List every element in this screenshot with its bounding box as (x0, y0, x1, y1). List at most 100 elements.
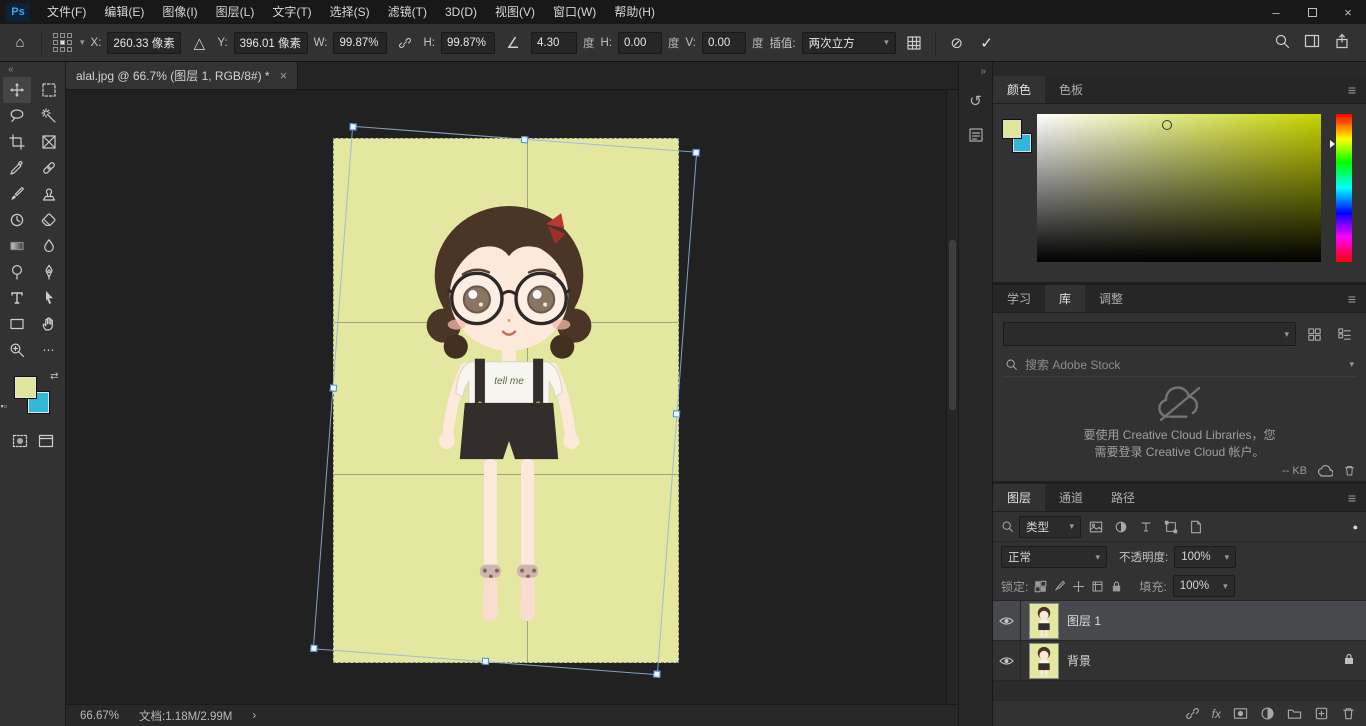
status-chevron-icon[interactable]: › (252, 710, 256, 722)
toolbar-collapse-button[interactable]: « (0, 62, 65, 77)
menu-type[interactable]: 文字(T) (263, 0, 320, 24)
transform-handle-bottom-left[interactable] (310, 645, 318, 653)
color-field-marker[interactable] (1162, 120, 1172, 130)
cancel-transform-button[interactable]: ⊘ (945, 30, 969, 56)
new-group-icon[interactable] (1287, 706, 1302, 721)
libraries-list-view-button[interactable] (1332, 322, 1356, 346)
tool-crop[interactable] (3, 129, 31, 155)
interpolation-select[interactable]: 两次立方 ▾ (802, 32, 896, 54)
tool-gradient[interactable] (3, 233, 31, 259)
search-icon[interactable] (1274, 33, 1290, 52)
tool-lasso[interactable] (3, 103, 31, 129)
lock-position-icon[interactable] (1072, 580, 1085, 593)
restore-button[interactable] (1294, 0, 1330, 24)
menu-filter[interactable]: 滤镜(T) (379, 0, 436, 24)
transform-handle-top-center[interactable] (521, 136, 529, 144)
foreground-color-swatch[interactable] (15, 377, 36, 398)
lock-artboard-icon[interactable] (1091, 580, 1104, 593)
height-input[interactable] (441, 32, 495, 54)
lock-all-icon[interactable] (1110, 580, 1123, 593)
fill-select[interactable]: 100% ▾ (1173, 575, 1235, 597)
hue-slider[interactable] (1336, 114, 1352, 262)
vskew-input[interactable] (702, 32, 746, 54)
y-input[interactable] (234, 32, 308, 54)
libraries-grid-view-button[interactable] (1302, 322, 1326, 346)
tool-path-select[interactable] (35, 285, 63, 311)
commit-transform-button[interactable]: ✓ (975, 30, 999, 56)
new-adjustment-layer-icon[interactable] (1260, 706, 1275, 721)
zoom-level[interactable]: 66.67% (80, 710, 119, 722)
background-name[interactable]: 背景 (1067, 652, 1091, 669)
libraries-search-field[interactable]: 搜索 Adobe Stock ▾ (1003, 353, 1356, 377)
layers-panel-menu-icon[interactable]: ≡ (1338, 484, 1366, 511)
tool-brush[interactable] (3, 181, 31, 207)
link-layers-icon[interactable] (1185, 706, 1200, 721)
layer1-name[interactable]: 图层 1 (1067, 612, 1101, 629)
reference-point-widget[interactable] (53, 33, 72, 52)
tool-frame[interactable] (35, 129, 63, 155)
tab-libraries[interactable]: 库 (1045, 285, 1085, 312)
relative-position-toggle-icon[interactable]: △ (187, 30, 211, 56)
share-icon[interactable] (1334, 33, 1350, 52)
hskew-input[interactable] (618, 32, 662, 54)
canvas[interactable]: tell me (66, 90, 958, 704)
link-dimensions-icon[interactable] (393, 30, 417, 56)
tab-swatches[interactable]: 色板 (1045, 76, 1097, 103)
panels-expand-button[interactable]: » (980, 66, 992, 80)
properties-panel-icon-button[interactable] (963, 122, 989, 148)
color-panel-menu-icon[interactable]: ≡ (1338, 76, 1366, 103)
menu-edit[interactable]: 编辑(E) (95, 0, 153, 24)
tool-magic-wand[interactable] (35, 103, 63, 129)
menu-image[interactable]: 图像(I) (153, 0, 206, 24)
transform-handle-top-left[interactable] (349, 123, 357, 131)
menu-help[interactable]: 帮助(H) (605, 0, 664, 24)
transform-handle-middle-left[interactable] (330, 384, 338, 392)
background-thumbnail[interactable] (1030, 644, 1058, 678)
tool-marquee[interactable] (35, 77, 63, 103)
workspace-switcher-icon[interactable] (1304, 33, 1320, 52)
menu-select[interactable]: 选择(S) (321, 0, 379, 24)
tool-eyedropper[interactable] (3, 155, 31, 181)
saturation-brightness-field[interactable] (1037, 114, 1321, 262)
minimize-button[interactable]: – (1258, 0, 1294, 24)
tool-healing-brush[interactable] (35, 155, 63, 181)
default-colors-icon[interactable]: ▪▫ (1, 401, 7, 411)
document-tab[interactable]: alal.jpg @ 66.7% (图层 1, RGB/8#) * × (66, 62, 298, 89)
libraries-panel-menu-icon[interactable]: ≡ (1338, 285, 1366, 312)
tool-hand[interactable] (35, 311, 63, 337)
tool-blur[interactable] (35, 233, 63, 259)
blend-mode-select[interactable]: 正常 ▾ (1001, 546, 1107, 568)
libraries-select[interactable]: ▾ (1003, 322, 1296, 346)
menu-layer[interactable]: 图层(L) (207, 0, 264, 24)
rotation-input[interactable] (531, 32, 577, 54)
filter-type-layers-icon[interactable] (1136, 517, 1156, 537)
transform-handle-bottom-center[interactable] (482, 658, 490, 666)
transform-handle-bottom-right[interactable] (653, 670, 661, 678)
layer-row-layer1[interactable]: 图层 1 (993, 601, 1366, 641)
x-input[interactable] (107, 32, 181, 54)
history-panel-icon-button[interactable]: ↺ (963, 88, 989, 114)
new-layer-icon[interactable] (1314, 706, 1329, 721)
filter-adjustment-layers-icon[interactable] (1111, 517, 1131, 537)
tool-clone-stamp[interactable] (35, 181, 63, 207)
filter-smart-objects-icon[interactable] (1186, 517, 1206, 537)
filter-shape-layers-icon[interactable] (1161, 517, 1181, 537)
tab-color[interactable]: 颜色 (993, 76, 1045, 103)
tool-type[interactable] (3, 285, 31, 311)
layer-filter-type-select[interactable]: 类型 ▾ (1019, 516, 1081, 538)
tool-pen[interactable] (35, 259, 63, 285)
menu-view[interactable]: 视图(V) (486, 0, 544, 24)
trash-icon[interactable] (1343, 464, 1356, 477)
tab-layers[interactable]: 图层 (993, 484, 1045, 511)
lock-transparent-pixels-icon[interactable] (1034, 580, 1047, 593)
transform-handle-top-right[interactable] (692, 149, 700, 157)
layer1-visibility-toggle[interactable] (993, 601, 1021, 640)
menu-window[interactable]: 窗口(W) (544, 0, 605, 24)
color-panel-foreground-swatch[interactable] (1003, 120, 1021, 138)
delete-layer-icon[interactable] (1341, 706, 1356, 721)
background-visibility-toggle[interactable] (993, 641, 1021, 680)
tool-edit-toolbar[interactable]: ⋯ (35, 337, 63, 363)
layer1-thumbnail[interactable] (1030, 604, 1058, 638)
tab-paths[interactable]: 路径 (1097, 484, 1149, 511)
menu-file[interactable]: 文件(F) (38, 0, 95, 24)
